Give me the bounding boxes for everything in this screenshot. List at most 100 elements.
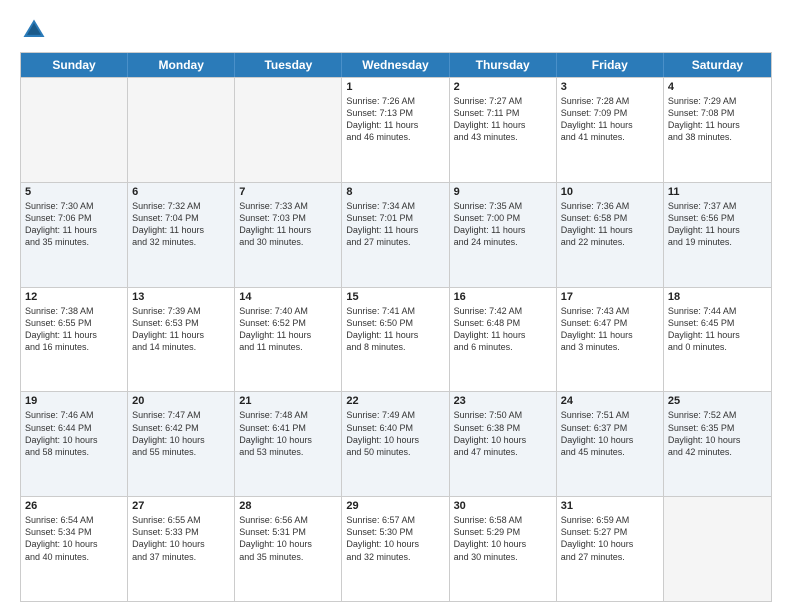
calendar-row-2: 5 Sunrise: 7:30 AM Sunset: 7:06 PM Daylig… xyxy=(21,182,771,287)
weekday-header-tuesday: Tuesday xyxy=(235,53,342,77)
day-info: Sunrise: 6:54 AM Sunset: 5:34 PM Dayligh… xyxy=(25,514,123,563)
day-cell-23: 23 Sunrise: 7:50 AM Sunset: 6:38 PM Dayli… xyxy=(450,392,557,496)
header xyxy=(20,16,772,44)
calendar: SundayMondayTuesdayWednesdayThursdayFrid… xyxy=(20,52,772,602)
day-cell-16: 16 Sunrise: 7:42 AM Sunset: 6:48 PM Dayli… xyxy=(450,288,557,392)
day-cell-15: 15 Sunrise: 7:41 AM Sunset: 6:50 PM Dayli… xyxy=(342,288,449,392)
weekday-header-wednesday: Wednesday xyxy=(342,53,449,77)
day-number: 9 xyxy=(454,186,552,198)
day-cell-29: 29Sunrise: 6:57 AM Sunset: 5:30 PM Dayli… xyxy=(342,497,449,601)
day-number: 3 xyxy=(561,81,659,93)
day-cell-10: 10Sunrise: 7:36 AM Sunset: 6:58 PM Dayli… xyxy=(557,183,664,287)
day-info: Sunrise: 7:39 AM Sunset: 6:53 PM Dayligh… xyxy=(132,305,230,354)
weekday-header-thursday: Thursday xyxy=(450,53,557,77)
day-cell-27: 27Sunrise: 6:55 AM Sunset: 5:33 PM Dayli… xyxy=(128,497,235,601)
day-cell-25: 25 Sunrise: 7:52 AM Sunset: 6:35 PM Dayli… xyxy=(664,392,771,496)
day-cell-12: 12 Sunrise: 7:38 AM Sunset: 6:55 PM Dayli… xyxy=(21,288,128,392)
day-cell-19: 19 Sunrise: 7:46 AM Sunset: 6:44 PM Dayli… xyxy=(21,392,128,496)
day-cell-empty-0-0 xyxy=(21,78,128,182)
day-cell-30: 30 Sunrise: 6:58 AM Sunset: 5:29 PM Dayli… xyxy=(450,497,557,601)
day-number: 4 xyxy=(668,81,767,93)
day-number: 15 xyxy=(346,291,444,303)
logo xyxy=(20,16,52,44)
weekday-header-monday: Monday xyxy=(128,53,235,77)
day-number: 25 xyxy=(668,395,767,407)
day-number: 2 xyxy=(454,81,552,93)
day-cell-empty-4-6 xyxy=(664,497,771,601)
calendar-row-1: 1 Sunrise: 7:26 AM Sunset: 7:13 PM Daylig… xyxy=(21,77,771,182)
day-info: Sunrise: 7:32 AM Sunset: 7:04 PM Dayligh… xyxy=(132,200,230,249)
day-info: Sunrise: 7:29 AM Sunset: 7:08 PM Dayligh… xyxy=(668,95,767,144)
day-number: 26 xyxy=(25,500,123,512)
day-number: 22 xyxy=(346,395,444,407)
day-cell-6: 6 Sunrise: 7:32 AM Sunset: 7:04 PM Daylig… xyxy=(128,183,235,287)
day-info: Sunrise: 7:28 AM Sunset: 7:09 PM Dayligh… xyxy=(561,95,659,144)
day-info: Sunrise: 6:56 AM Sunset: 5:31 PM Dayligh… xyxy=(239,514,337,563)
day-info: Sunrise: 7:33 AM Sunset: 7:03 PM Dayligh… xyxy=(239,200,337,249)
day-cell-24: 24 Sunrise: 7:51 AM Sunset: 6:37 PM Dayli… xyxy=(557,392,664,496)
day-info: Sunrise: 7:26 AM Sunset: 7:13 PM Dayligh… xyxy=(346,95,444,144)
weekday-header-saturday: Saturday xyxy=(664,53,771,77)
calendar-header: SundayMondayTuesdayWednesdayThursdayFrid… xyxy=(21,53,771,77)
day-info: Sunrise: 7:42 AM Sunset: 6:48 PM Dayligh… xyxy=(454,305,552,354)
day-cell-7: 7 Sunrise: 7:33 AM Sunset: 7:03 PM Daylig… xyxy=(235,183,342,287)
day-number: 14 xyxy=(239,291,337,303)
day-number: 13 xyxy=(132,291,230,303)
day-info: Sunrise: 7:38 AM Sunset: 6:55 PM Dayligh… xyxy=(25,305,123,354)
day-info: Sunrise: 6:58 AM Sunset: 5:29 PM Dayligh… xyxy=(454,514,552,563)
day-number: 27 xyxy=(132,500,230,512)
day-cell-13: 13 Sunrise: 7:39 AM Sunset: 6:53 PM Dayli… xyxy=(128,288,235,392)
day-number: 5 xyxy=(25,186,123,198)
day-info: Sunrise: 7:44 AM Sunset: 6:45 PM Dayligh… xyxy=(668,305,767,354)
weekday-header-sunday: Sunday xyxy=(21,53,128,77)
day-info: Sunrise: 7:34 AM Sunset: 7:01 PM Dayligh… xyxy=(346,200,444,249)
day-cell-26: 26 Sunrise: 6:54 AM Sunset: 5:34 PM Dayli… xyxy=(21,497,128,601)
day-info: Sunrise: 7:36 AM Sunset: 6:58 PM Dayligh… xyxy=(561,200,659,249)
day-info: Sunrise: 7:40 AM Sunset: 6:52 PM Dayligh… xyxy=(239,305,337,354)
day-number: 8 xyxy=(346,186,444,198)
day-cell-empty-0-2 xyxy=(235,78,342,182)
day-number: 12 xyxy=(25,291,123,303)
day-cell-4: 4 Sunrise: 7:29 AM Sunset: 7:08 PM Daylig… xyxy=(664,78,771,182)
day-cell-9: 9Sunrise: 7:35 AM Sunset: 7:00 PM Daylig… xyxy=(450,183,557,287)
day-cell-20: 20Sunrise: 7:47 AM Sunset: 6:42 PM Dayli… xyxy=(128,392,235,496)
day-number: 16 xyxy=(454,291,552,303)
day-cell-5: 5 Sunrise: 7:30 AM Sunset: 7:06 PM Daylig… xyxy=(21,183,128,287)
calendar-row-3: 12 Sunrise: 7:38 AM Sunset: 6:55 PM Dayli… xyxy=(21,287,771,392)
day-cell-22: 22 Sunrise: 7:49 AM Sunset: 6:40 PM Dayli… xyxy=(342,392,449,496)
day-info: Sunrise: 6:57 AM Sunset: 5:30 PM Dayligh… xyxy=(346,514,444,563)
day-info: Sunrise: 7:41 AM Sunset: 6:50 PM Dayligh… xyxy=(346,305,444,354)
calendar-row-5: 26 Sunrise: 6:54 AM Sunset: 5:34 PM Dayli… xyxy=(21,496,771,601)
day-info: Sunrise: 7:46 AM Sunset: 6:44 PM Dayligh… xyxy=(25,409,123,458)
day-info: Sunrise: 7:51 AM Sunset: 6:37 PM Dayligh… xyxy=(561,409,659,458)
day-number: 28 xyxy=(239,500,337,512)
day-info: Sunrise: 7:37 AM Sunset: 6:56 PM Dayligh… xyxy=(668,200,767,249)
day-info: Sunrise: 7:52 AM Sunset: 6:35 PM Dayligh… xyxy=(668,409,767,458)
day-number: 17 xyxy=(561,291,659,303)
day-info: Sunrise: 7:50 AM Sunset: 6:38 PM Dayligh… xyxy=(454,409,552,458)
day-cell-17: 17Sunrise: 7:43 AM Sunset: 6:47 PM Dayli… xyxy=(557,288,664,392)
day-number: 23 xyxy=(454,395,552,407)
day-number: 18 xyxy=(668,291,767,303)
day-cell-28: 28 Sunrise: 6:56 AM Sunset: 5:31 PM Dayli… xyxy=(235,497,342,601)
day-info: Sunrise: 7:47 AM Sunset: 6:42 PM Dayligh… xyxy=(132,409,230,458)
page: SundayMondayTuesdayWednesdayThursdayFrid… xyxy=(0,0,792,612)
day-cell-1: 1 Sunrise: 7:26 AM Sunset: 7:13 PM Daylig… xyxy=(342,78,449,182)
calendar-body: 1 Sunrise: 7:26 AM Sunset: 7:13 PM Daylig… xyxy=(21,77,771,601)
day-info: Sunrise: 7:30 AM Sunset: 7:06 PM Dayligh… xyxy=(25,200,123,249)
logo-icon xyxy=(20,16,48,44)
day-cell-18: 18 Sunrise: 7:44 AM Sunset: 6:45 PM Dayli… xyxy=(664,288,771,392)
day-info: Sunrise: 7:49 AM Sunset: 6:40 PM Dayligh… xyxy=(346,409,444,458)
day-number: 6 xyxy=(132,186,230,198)
day-info: Sunrise: 7:48 AM Sunset: 6:41 PM Dayligh… xyxy=(239,409,337,458)
day-cell-11: 11Sunrise: 7:37 AM Sunset: 6:56 PM Dayli… xyxy=(664,183,771,287)
day-number: 30 xyxy=(454,500,552,512)
day-number: 24 xyxy=(561,395,659,407)
day-info: Sunrise: 7:27 AM Sunset: 7:11 PM Dayligh… xyxy=(454,95,552,144)
day-number: 7 xyxy=(239,186,337,198)
day-number: 31 xyxy=(561,500,659,512)
day-cell-8: 8 Sunrise: 7:34 AM Sunset: 7:01 PM Daylig… xyxy=(342,183,449,287)
day-number: 1 xyxy=(346,81,444,93)
day-number: 19 xyxy=(25,395,123,407)
day-cell-3: 3 Sunrise: 7:28 AM Sunset: 7:09 PM Daylig… xyxy=(557,78,664,182)
